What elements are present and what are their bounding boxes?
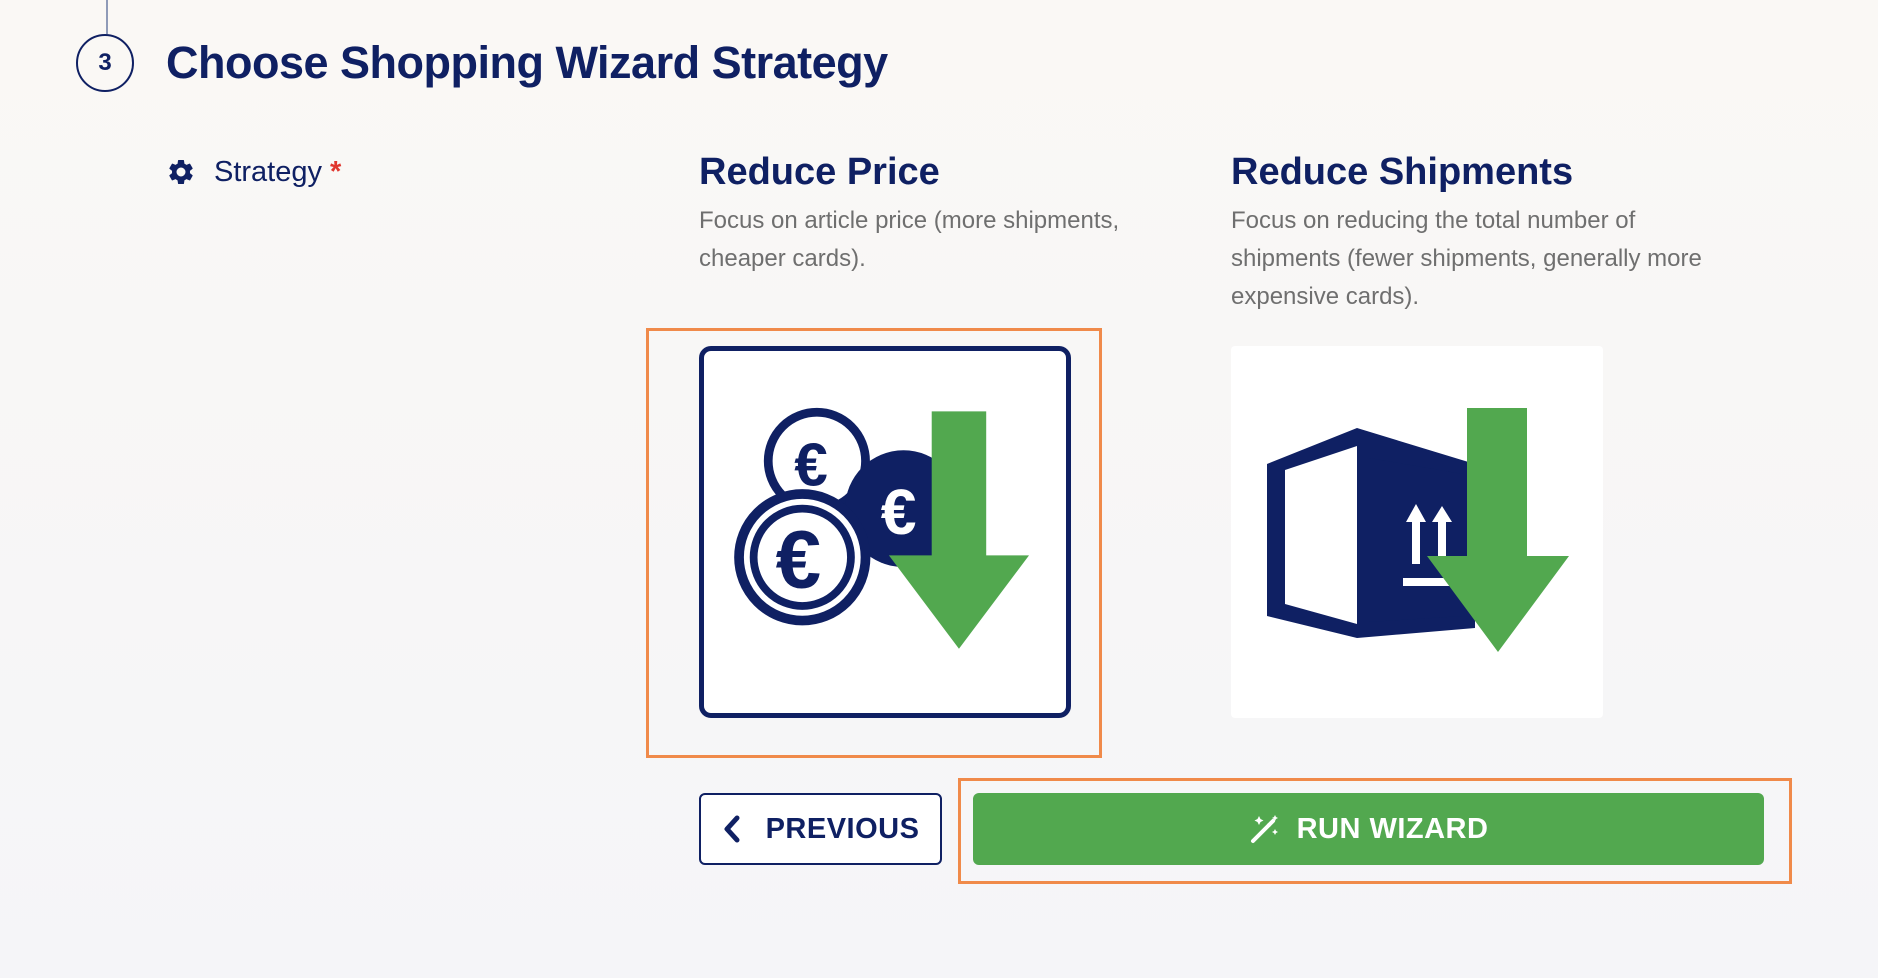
run-wizard-button[interactable]: RUN WIZARD <box>973 793 1764 865</box>
previous-button[interactable]: PREVIOUS <box>699 793 942 865</box>
strategy-label-text: Strategy <box>214 155 322 188</box>
option-reduce-price-title: Reduce Price <box>699 151 940 193</box>
option-reduce-price-card[interactable]: € € € <box>699 346 1071 718</box>
option-reduce-price-description: Focus on article price (more shipments, … <box>699 207 1120 272</box>
svg-text:€: € <box>776 514 821 605</box>
run-wizard-button-label: RUN WIZARD <box>1296 812 1489 845</box>
step-connector-line <box>106 0 108 34</box>
svg-text:€: € <box>881 476 917 548</box>
previous-button-label: PREVIOUS <box>765 812 920 845</box>
option-reduce-shipments-title: Reduce Shipments <box>1231 151 1574 193</box>
option-reduce-shipments-card[interactable] <box>1231 346 1603 718</box>
required-asterisk: * <box>330 155 342 188</box>
gear-icon <box>169 159 193 184</box>
package-down-arrow-icon <box>1267 408 1569 652</box>
step-number-badge: 3 <box>76 34 134 92</box>
euro-coins-down-arrow-icon: € € € <box>734 407 1030 649</box>
page-title: Choose Shopping Wizard Strategy <box>166 37 888 88</box>
svg-text:€: € <box>794 430 828 498</box>
option-reduce-shipments-description: Focus on reducing the total number of sh… <box>1231 207 1702 310</box>
magic-wand-icon <box>1250 815 1278 843</box>
chevron-left-icon <box>724 815 740 843</box>
strategy-field-label: Strategy * <box>166 152 341 192</box>
